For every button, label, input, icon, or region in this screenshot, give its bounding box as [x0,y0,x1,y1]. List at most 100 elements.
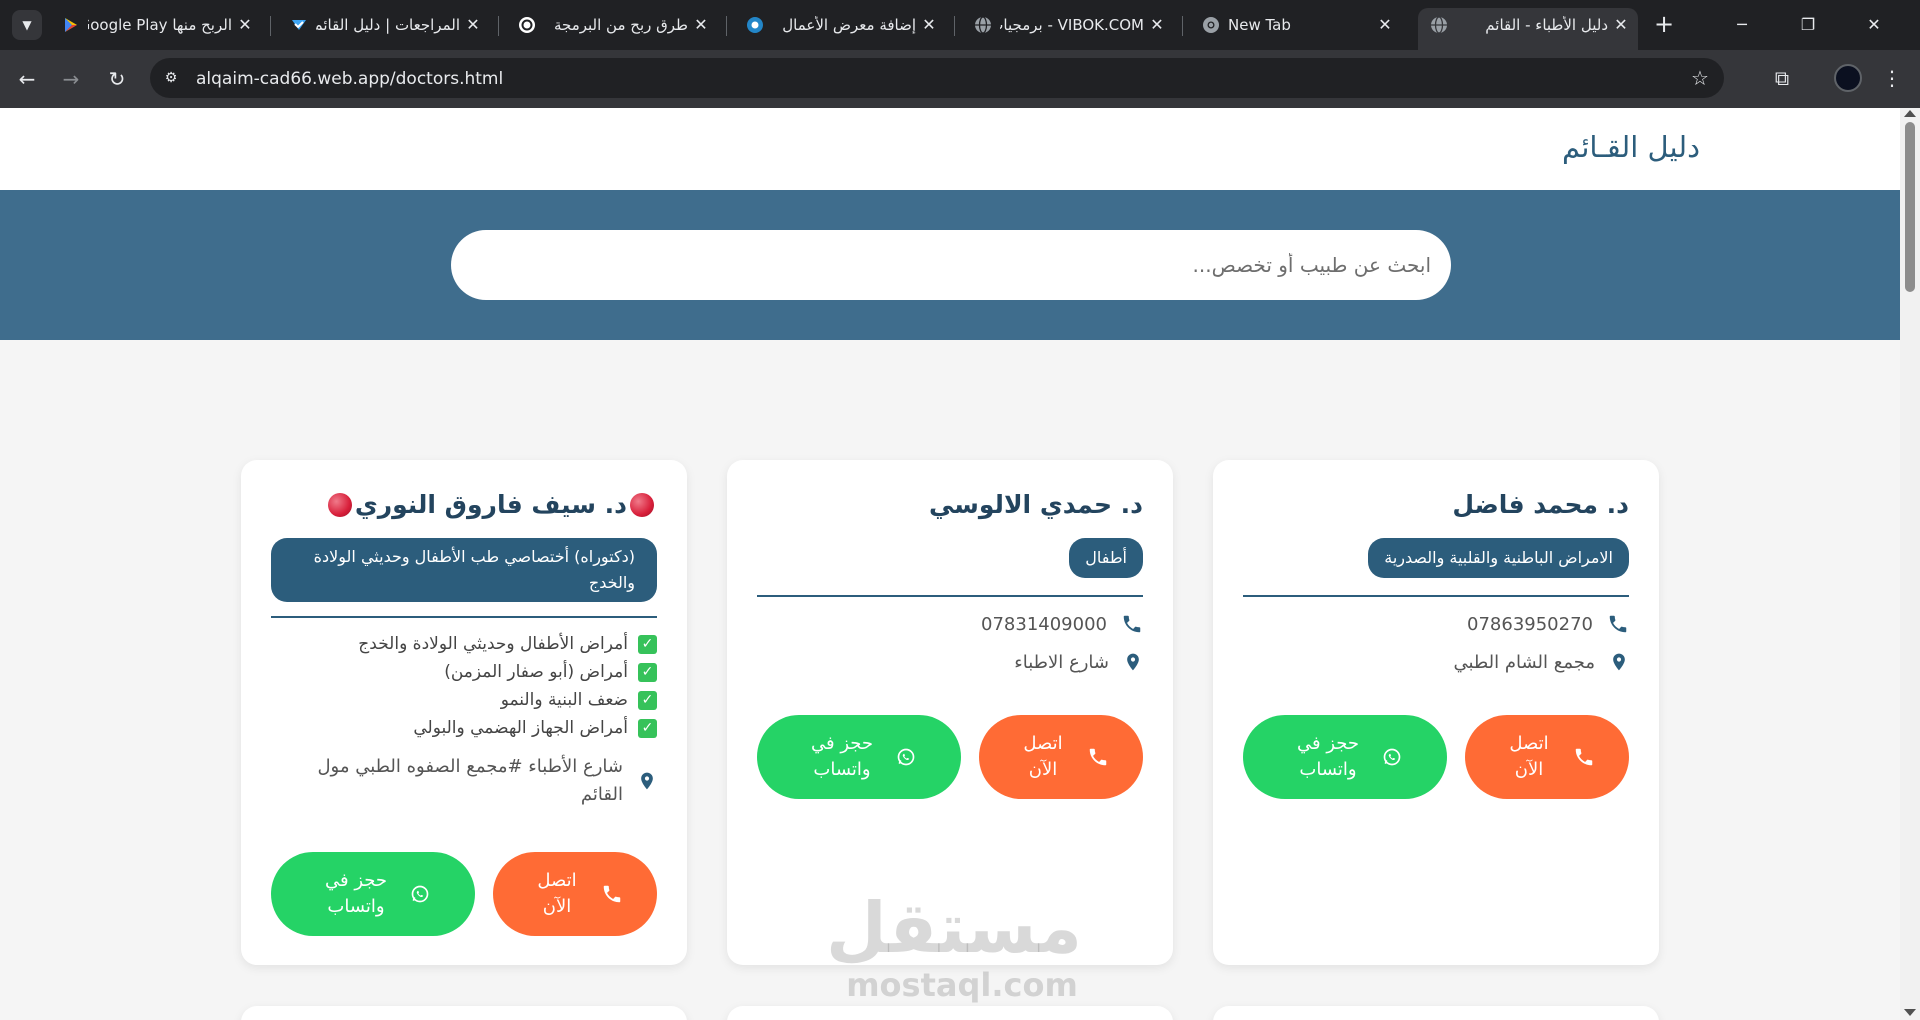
tab-separator [954,16,955,36]
browser-tab[interactable]: New Tab ✕ [1190,8,1402,42]
address-row: شارع الاطباء [1014,651,1143,673]
service-text: ضعف البنية والنمو [500,690,628,710]
site-header: دليل القـائم [0,108,1900,190]
minimize-icon: ─ [1737,14,1747,34]
page-scrollbar[interactable] [1900,108,1920,1020]
call-now-button[interactable]: اتصل الآن [493,852,657,936]
google-play-icon [65,18,77,32]
tab-title: دليل الأطباء - القائم [1485,16,1608,34]
service-text: أمراض الجهاز الهضمي والبولي [413,718,628,738]
scroll-down-arrow-icon[interactable] [1904,1009,1916,1016]
list-item: ✓ أمراض الجهاز الهضمي والبولي [358,714,657,742]
phone-icon [603,885,621,903]
tab-search-button[interactable]: ▼ [12,10,42,40]
whatsapp-booking-button[interactable]: حجز في واتساب [1243,715,1447,799]
restore-button[interactable]: ❐ [1785,8,1831,40]
phone-icon [1123,615,1141,633]
close-icon[interactable]: ✕ [918,14,940,36]
specialty-badge: أطفال [1069,538,1143,578]
phone-icon [1575,748,1593,766]
close-window-button[interactable]: ✕ [1851,8,1897,40]
profile-avatar[interactable] [1834,64,1862,92]
call-now-button[interactable]: اتصل الآن [979,715,1143,799]
phone-number[interactable]: 07831409000 [981,614,1107,635]
browser-tab-active[interactable]: دليل الأطباء - القائم ✕ [1418,8,1638,50]
phone-row: 07863950270 [1467,613,1629,635]
scrollbar-thumb[interactable] [1905,122,1915,292]
whatsapp-button-label: حجز في واتساب [324,870,387,917]
check-icon: ✓ [638,718,657,738]
card-divider [271,616,657,618]
doctor-card: د. محمد فاضل الامراض الباطنية والقلبية و… [1213,460,1659,965]
address-text: شارع الاطباء [1014,651,1109,673]
address-bar[interactable]: ⚙ alqaim-cad66.web.app/doctors.html ☆ [150,58,1724,98]
phone-row: 07831409000 [981,613,1143,635]
whatsapp-icon [897,748,915,766]
app-icon [292,20,306,30]
call-button-label: اتصل الآن [537,870,577,917]
watermark: مستقل mostaql.com [825,887,1082,1004]
watermark-latin: mostaql.com [846,966,1078,1004]
url-text[interactable]: alqaim-cad66.web.app/doctors.html [196,69,503,89]
whatsapp-button-label: حجز في واتساب [810,733,873,780]
browser-tab[interactable]: طرق ربح من البرمجة ✕ [506,8,718,42]
close-icon[interactable]: ✕ [1610,14,1632,36]
check-icon: ✓ [638,662,657,682]
back-button[interactable]: ← [12,64,42,94]
red-pin-icon [327,493,352,517]
forward-button[interactable]: → [56,64,86,94]
search-hero [0,190,1900,340]
browser-tab[interactable]: VIBOK.COM - برمجيات ✕ [962,8,1174,42]
tab-separator [270,16,271,36]
call-button-label: اتصل الآن [1023,733,1063,780]
close-icon[interactable]: ✕ [462,14,484,36]
location-pin-icon [641,772,653,790]
whatsapp-icon [411,885,429,903]
browser-tab-strip: ▼ الربح منها Google Play ✕ المراجعات | د… [0,0,1920,50]
call-now-button[interactable]: اتصل الآن [1465,715,1629,799]
tab-title: الربح منها Google Play [88,16,232,34]
extensions-button[interactable]: ⧉ [1768,64,1796,92]
close-icon[interactable]: ✕ [1146,14,1168,36]
list-item: ✓ أمراض (أبو صفار المزمن) [358,658,657,686]
location-pin-icon [1613,653,1625,671]
new-tab-button[interactable]: + [1650,11,1678,39]
close-icon: ✕ [1867,14,1881,34]
reload-button[interactable]: ↻ [102,64,132,94]
tab-title: طرق ربح من البرمجة [553,16,688,34]
browser-tab[interactable]: المراجعات | دليل القائم ✕ [278,8,490,42]
site-info-icon[interactable]: ⚙ [160,67,182,89]
tab-separator [1182,16,1183,36]
browser-menu-button[interactable]: ⋮ [1880,64,1904,92]
browser-tab[interactable]: إضافة معرض الأعمال ✕ [734,8,946,42]
tab-title: إضافة معرض الأعمال [782,16,916,34]
watermark-arabic: مستقل [825,887,1082,969]
doctor-card [1213,1006,1659,1020]
browser-tab[interactable]: الربح منها Google Play ✕ [50,8,262,42]
arrow-left-icon: ← [18,67,36,91]
doctor-search-input[interactable] [451,230,1451,300]
site-title[interactable]: دليل القـائم [1562,130,1700,164]
whatsapp-booking-button[interactable]: حجز في واتساب [757,715,961,799]
whatsapp-booking-button[interactable]: حجز في واتساب [271,852,475,936]
doctor-name: د. محمد فاضل [1452,490,1629,519]
bookmark-star-icon[interactable]: ☆ [1688,66,1712,90]
minimize-button[interactable]: ─ [1719,8,1765,40]
card-divider [1243,595,1629,597]
doctor-name: د. سيف فاروق النوري [354,490,627,519]
phone-number[interactable]: 07863950270 [1467,614,1593,635]
tab-separator [498,16,499,36]
arrow-right-icon: → [62,67,80,91]
scroll-up-arrow-icon[interactable] [1904,110,1916,117]
specialty-badge: (دكتوراه) أختصاصي طب الأطفال وحديثي الول… [271,538,657,602]
browser-toolbar: ← → ↻ ⚙ alqaim-cad66.web.app/doctors.htm… [0,50,1920,108]
close-icon[interactable]: ✕ [1374,14,1396,36]
tab-title: New Tab [1228,16,1291,34]
phone-icon [1089,748,1107,766]
more-vertical-icon: ⋮ [1882,66,1902,90]
tab-title: المراجعات | دليل القائم [316,16,460,34]
close-icon[interactable]: ✕ [690,14,712,36]
openai-icon [519,17,535,33]
close-icon[interactable]: ✕ [234,14,256,36]
check-icon: ✓ [638,634,657,654]
